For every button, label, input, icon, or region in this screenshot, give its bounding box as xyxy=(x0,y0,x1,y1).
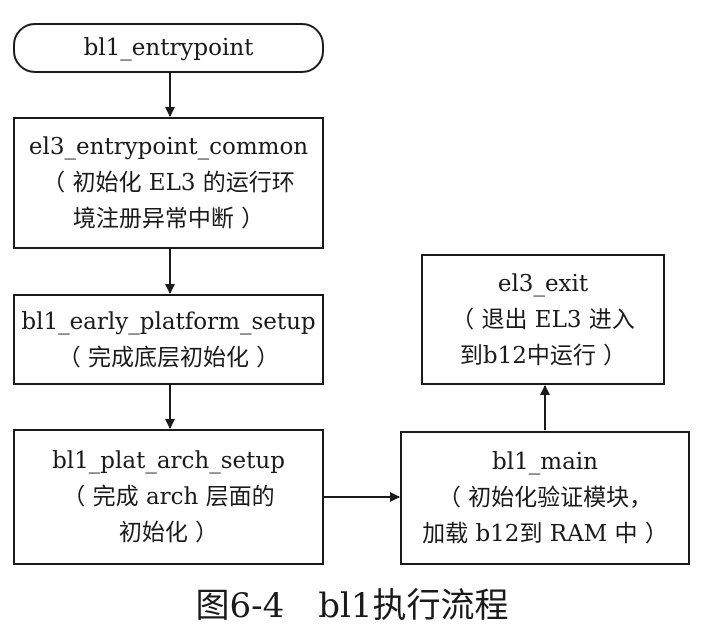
node-desc-line: （ 退出 EL3 进入 xyxy=(451,306,635,333)
node-desc-line: 境注册异常中断 ） xyxy=(72,206,265,232)
node-el3-exit: el3_exit （ 退出 EL3 进入 到b12中运行 ） xyxy=(421,254,665,385)
node-bl1-entrypoint: bl1_entrypoint xyxy=(13,23,324,73)
node-label: bl1_early_platform_setup xyxy=(21,308,316,335)
node-bl1-main: bl1_main （ 初始化验证模块， 加载 b12到 RAM 中 ） xyxy=(400,431,690,565)
node-desc-line: 加载 b12到 RAM 中 ） xyxy=(422,521,668,547)
figure-caption: 图6-4 bl1执行流程 xyxy=(195,586,509,626)
node-label: bl1_entrypoint xyxy=(83,35,254,61)
node-desc-line: （ 初始化 EL3 的运行环 xyxy=(42,170,295,196)
node-desc-line: （ 完成 arch 层面的 xyxy=(62,484,275,510)
node-label: el3_entrypoint_common xyxy=(28,134,309,160)
node-el3-entrypoint-common: el3_entrypoint_common （ 初始化 EL3 的运行环 境注册… xyxy=(13,117,324,249)
node-desc-line: （ 完成底层初始化 ） xyxy=(57,344,280,371)
node-desc-line: （ 初始化验证模块， xyxy=(437,485,653,511)
node-desc-line: 到b12中运行 ） xyxy=(459,342,627,369)
node-desc-line: 初始化 ） xyxy=(118,520,219,546)
node-label: bl1_plat_arch_setup xyxy=(52,448,285,474)
node-bl1-plat-arch-setup: bl1_plat_arch_setup （ 完成 arch 层面的 初始化 ） xyxy=(13,429,324,565)
node-bl1-early-platform-setup: bl1_early_platform_setup （ 完成底层初始化 ） xyxy=(13,294,324,385)
node-label: el3_exit xyxy=(497,270,589,297)
node-label: bl1_main xyxy=(492,449,598,475)
